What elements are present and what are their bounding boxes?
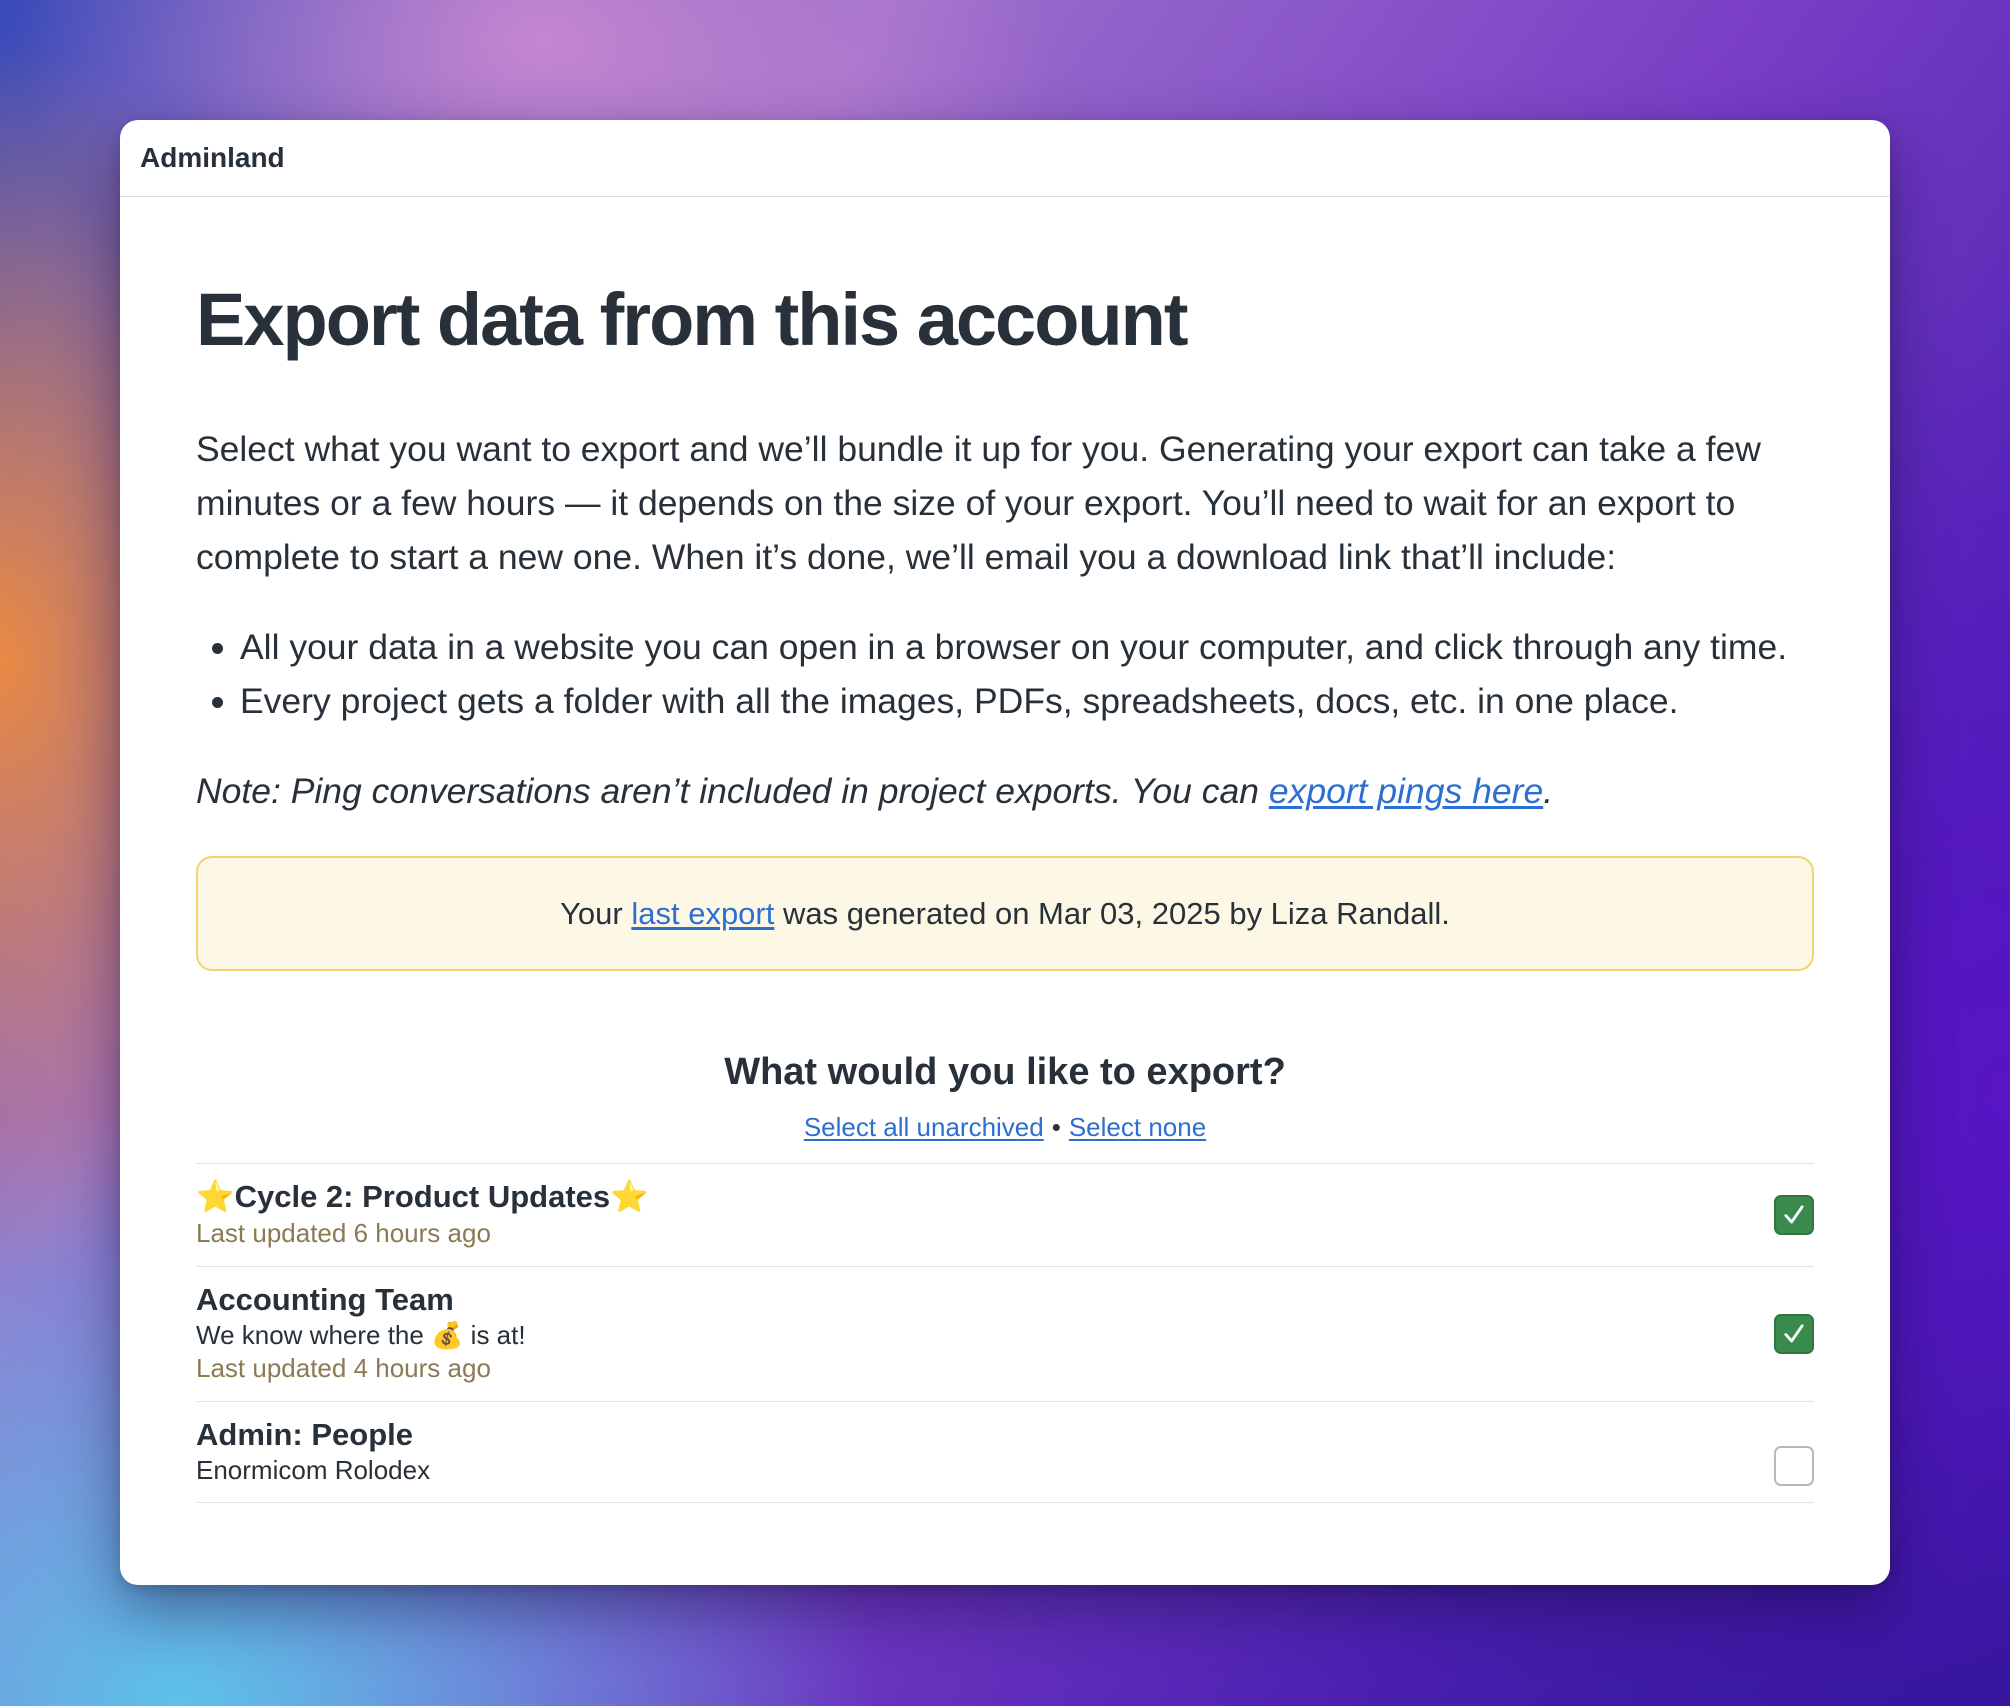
project-last-updated: Last updated 6 hours ago xyxy=(196,1218,491,1249)
ping-note: Note: Ping conversations aren’t included… xyxy=(196,764,1814,818)
project-name: ⭐Cycle 2: Product Updates⭐ xyxy=(196,1179,649,1215)
project-row-admin-people[interactable]: Admin: People Enormicom Rolodex xyxy=(196,1402,1814,1504)
notice-suffix: was generated on Mar 03, 2025 by Liza Ra… xyxy=(774,895,1450,931)
note-suffix: . xyxy=(1543,771,1554,812)
list-item: All your data in a website you can open … xyxy=(240,620,1814,674)
select-none-link[interactable]: Select none xyxy=(1069,1112,1206,1142)
main-content: Export data from this account Select wha… xyxy=(120,278,1890,1504)
select-all-unarchived-link[interactable]: Select all unarchived xyxy=(804,1112,1044,1142)
last-export-link[interactable]: last export xyxy=(631,896,774,932)
note-prefix: Note: Ping conversations aren’t included… xyxy=(196,771,1269,812)
checkmark-icon xyxy=(1784,1324,1804,1343)
checkmark-icon xyxy=(1784,1205,1804,1224)
project-description: We know where the 💰 is at! xyxy=(196,1320,526,1351)
notice-prefix: Your xyxy=(560,895,632,931)
adminland-window: Adminland Export data from this account … xyxy=(120,120,1890,1585)
project-row-cycle-2[interactable]: ⭐Cycle 2: Product Updates⭐ Last updated … xyxy=(196,1164,1814,1268)
export-section-heading: What would you like to export? xyxy=(724,1051,1286,1094)
selection-links: Select all unarchived • Select none xyxy=(196,1112,1814,1143)
export-pings-link[interactable]: export pings here xyxy=(1269,771,1543,811)
window-title: Adminland xyxy=(140,142,285,173)
window-titlebar: Adminland xyxy=(120,120,1890,197)
intro-paragraph: Select what you want to export and we’ll… xyxy=(196,429,1761,578)
export-contents-list: All your data in a website you can open … xyxy=(196,620,1814,728)
project-checkbox[interactable] xyxy=(1774,1314,1814,1355)
list-item: Every project gets a folder with all the… xyxy=(240,674,1814,728)
project-row-accounting-team[interactable]: Accounting Team We know where the 💰 is a… xyxy=(196,1267,1814,1403)
project-list: ⭐Cycle 2: Product Updates⭐ Last updated … xyxy=(196,1163,1814,1504)
project-description: Enormicom Rolodex xyxy=(196,1455,431,1486)
page-title: Export data from this account xyxy=(196,278,1188,361)
last-export-notice: Your last export was generated on Mar 03… xyxy=(196,856,1814,972)
project-checkbox[interactable] xyxy=(1774,1446,1814,1487)
project-name: Admin: People xyxy=(196,1417,414,1453)
project-name: Accounting Team xyxy=(196,1282,454,1318)
project-checkbox[interactable] xyxy=(1774,1195,1814,1236)
selection-separator: • xyxy=(1051,1112,1061,1143)
project-last-updated: Last updated 4 hours ago xyxy=(196,1353,491,1384)
